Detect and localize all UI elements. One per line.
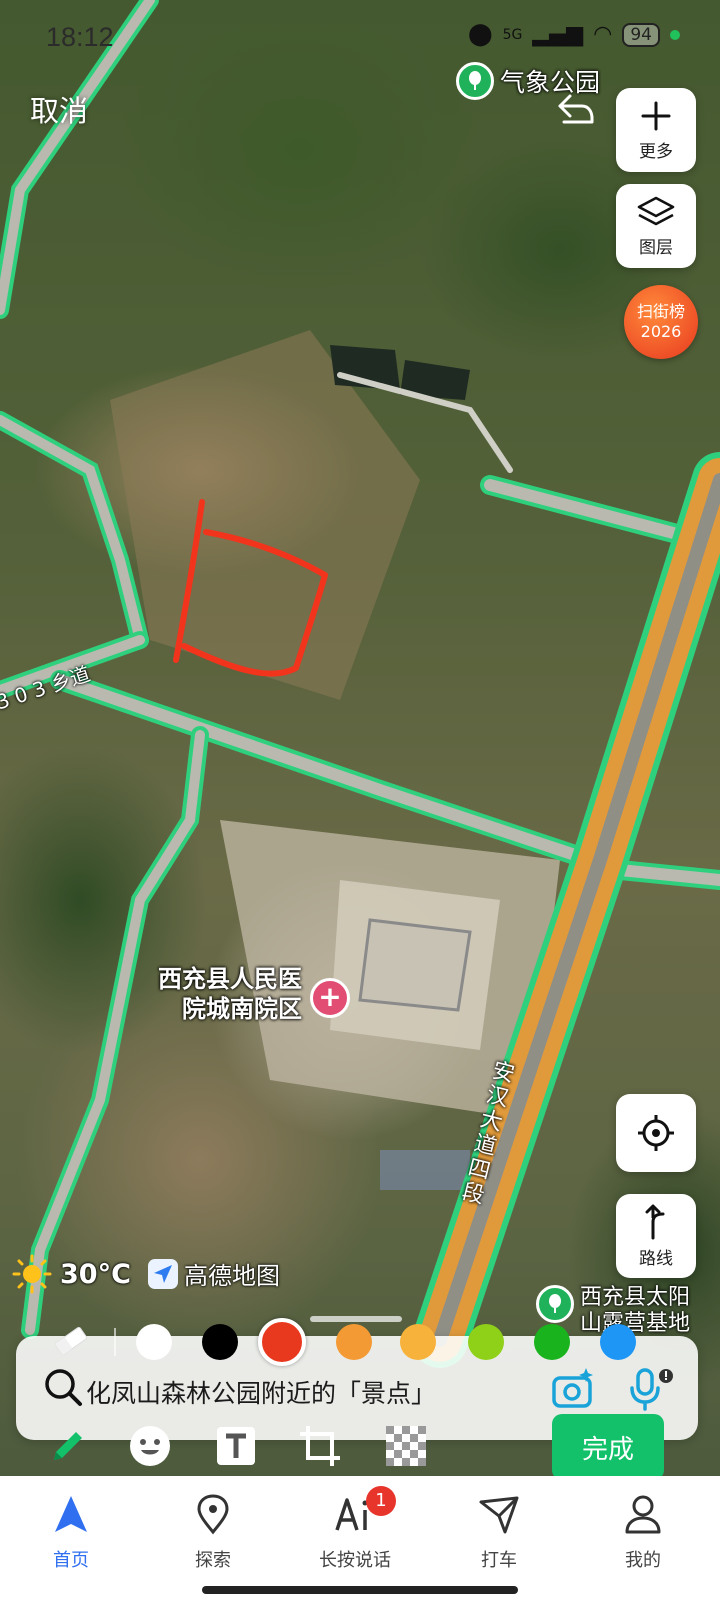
wifi-icon: ◠ [593,22,613,47]
text-tool-icon[interactable] [214,1424,258,1468]
crosshair-icon [638,1115,674,1151]
amap-brand-text: 高德地图 [184,1262,280,1290]
rank-line2: 2026 [640,322,682,341]
bottom-tab-bar: 首页 探索 1 长按说话 打车 我的 [0,1476,720,1600]
eraser-icon[interactable] [52,1326,90,1356]
tab-explore[interactable]: 探索 [158,1476,268,1572]
search-icon[interactable] [42,1366,84,1408]
color-swatch[interactable] [136,1324,172,1360]
street-rank-button[interactable]: 扫街榜 2026 [624,285,698,359]
tab-taxi[interactable]: 打车 [444,1476,554,1572]
amap-logo: 高德地图 [148,1256,280,1291]
color-palette [0,1314,720,1372]
cancel-button[interactable]: 取消 [30,88,88,130]
color-swatch[interactable] [258,1318,306,1366]
layers-button[interactable]: 图层 [616,184,696,268]
home-indicator[interactable] [202,1586,518,1594]
poi-park-marker[interactable]: 气象公园 [456,62,600,100]
tab-mine[interactable]: 我的 [588,1476,698,1572]
navigation-arrow-icon [55,1496,87,1532]
tab-voice[interactable]: 1 长按说话 [300,1476,410,1572]
search-query[interactable]: 化凤山森林公园附近的「景点」 [86,1374,436,1410]
camera-icon[interactable] [550,1366,596,1412]
color-swatch[interactable] [468,1324,504,1360]
more-label: 更多 [639,141,673,162]
tab-home[interactable]: 首页 [16,1476,126,1572]
tab-taxi-label: 打车 [481,1550,517,1571]
color-swatch[interactable] [202,1324,238,1360]
color-swatch[interactable] [600,1324,636,1360]
plus-icon [641,101,671,130]
crop-icon[interactable] [298,1424,342,1468]
more-button[interactable]: 更多 [616,88,696,172]
tab-mine-label: 我的 [625,1550,661,1571]
status-bar: 18:12 ⬤ 5G ▂▄▆ ◠ 94 [0,0,720,76]
locate-button[interactable] [616,1094,696,1172]
done-button[interactable]: 完成 [552,1414,664,1480]
poi-camp-line1: 西充县太阳 [580,1285,691,1310]
poi-park-label: 气象公园 [500,68,601,97]
network-label: 5G [502,26,523,43]
hospital-label[interactable]: 西充县人民医 院城南院区 [150,964,302,1024]
notification-badge: 1 [366,1486,396,1516]
hospital-cross-icon[interactable]: + [310,978,350,1018]
color-swatch[interactable] [400,1324,436,1360]
mic-icon[interactable] [626,1366,674,1412]
location-icon: ⬤ [468,22,493,47]
status-icons: ⬤ 5G ▂▄▆ ◠ 94 [468,22,680,47]
rank-line1: 扫街榜 [636,302,685,321]
tab-explore-label: 探索 [195,1550,231,1571]
status-time: 18:12 [46,22,114,52]
tree-icon [456,62,494,100]
privacy-dot-icon [670,29,680,40]
location-pin-icon [197,1494,229,1535]
taxi-icon [479,1496,519,1534]
hospital-label-line1: 西充县人民医 [158,965,302,993]
color-swatch[interactable] [336,1324,372,1360]
hospital-label-line2: 院城南院区 [182,995,302,1023]
layers-label: 图层 [639,237,673,258]
weather-temp: 30°C [60,1258,131,1290]
layers-icon [637,196,675,225]
route-arrow-icon [645,1204,665,1239]
color-swatch[interactable] [534,1324,570,1360]
amap-arrow-icon [148,1258,178,1289]
pencil-icon[interactable] [46,1424,90,1468]
battery-indicator: 94 [622,22,660,47]
sun-icon [12,1254,52,1294]
weather-widget[interactable]: 30°C [12,1254,131,1294]
route-label: 路线 [639,1248,673,1269]
route-button[interactable]: 路线 [616,1194,696,1278]
tab-home-label: 首页 [53,1550,89,1571]
tab-voice-label: 长按说话 [319,1550,391,1571]
mosaic-icon[interactable] [384,1424,428,1468]
palette-divider [114,1328,116,1356]
signal-icon: ▂▄▆ [532,22,584,47]
user-icon [625,1495,661,1534]
emoji-icon[interactable] [128,1424,172,1468]
